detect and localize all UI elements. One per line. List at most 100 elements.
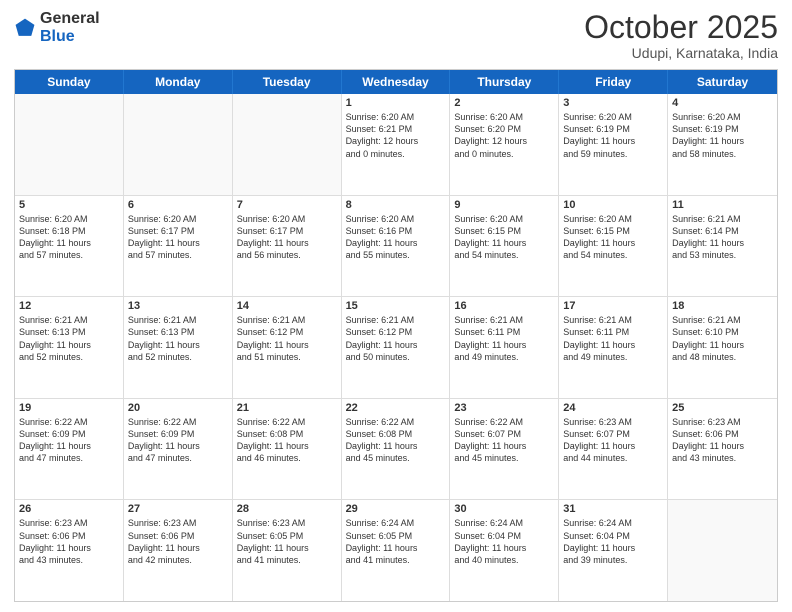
day-number: 22: [346, 402, 446, 414]
day-cell-15: 15Sunrise: 6:21 AM Sunset: 6:12 PM Dayli…: [342, 297, 451, 398]
logo-blue: Blue: [40, 28, 75, 45]
empty-cell: [124, 94, 233, 195]
day-number: 26: [19, 503, 119, 515]
day-number: 11: [672, 199, 773, 211]
empty-cell: [15, 94, 124, 195]
day-details: Sunrise: 6:23 AM Sunset: 6:06 PM Dayligh…: [19, 517, 119, 566]
day-details: Sunrise: 6:20 AM Sunset: 6:15 PM Dayligh…: [563, 213, 663, 262]
day-details: Sunrise: 6:20 AM Sunset: 6:17 PM Dayligh…: [237, 213, 337, 262]
page: General Blue October 2025 Udupi, Karnata…: [0, 0, 792, 612]
day-details: Sunrise: 6:20 AM Sunset: 6:17 PM Dayligh…: [128, 213, 228, 262]
day-number: 15: [346, 300, 446, 312]
day-cell-24: 24 Sunrise: 6:23 AM Sunset: 6:07 PM Dayli…: [559, 399, 668, 500]
day-number: 31: [563, 503, 663, 515]
day-number: 1: [346, 97, 446, 109]
day-cell-4: 4 Sunrise: 6:20 AM Sunset: 6:19 PM Daylig…: [668, 94, 777, 195]
day-details: Sunrise: 6:21 AM Sunset: 6:10 PM Dayligh…: [672, 314, 773, 363]
calendar-row-2: 12 Sunrise: 6:21 AM Sunset: 6:13 PM Dayli…: [15, 297, 777, 399]
day-details: Sunrise: 6:20 AM Sunset: 6:19 PM Dayligh…: [563, 111, 663, 160]
calendar-row-3: 19Sunrise: 6:22 AM Sunset: 6:09 PM Dayli…: [15, 399, 777, 501]
day-details: Sunrise: 6:23 AM Sunset: 6:06 PM Dayligh…: [128, 517, 228, 566]
day-cell-16: 16 Sunrise: 6:21 AM Sunset: 6:11 PM Dayli…: [450, 297, 559, 398]
header-day-tuesday: Tuesday: [233, 70, 342, 94]
day-number: 4: [672, 97, 773, 109]
day-cell-10: 10 Sunrise: 6:20 AM Sunset: 6:15 PM Dayli…: [559, 196, 668, 297]
day-number: 29: [346, 503, 446, 515]
day-number: 6: [128, 199, 228, 211]
day-cell-18: 18Sunrise: 6:21 AM Sunset: 6:10 PM Dayli…: [668, 297, 777, 398]
day-cell-28: 28Sunrise: 6:23 AM Sunset: 6:05 PM Dayli…: [233, 500, 342, 601]
day-details: Sunrise: 6:21 AM Sunset: 6:12 PM Dayligh…: [237, 314, 337, 363]
day-details: Sunrise: 6:24 AM Sunset: 6:04 PM Dayligh…: [454, 517, 554, 566]
day-details: Sunrise: 6:20 AM Sunset: 6:18 PM Dayligh…: [19, 213, 119, 262]
day-cell-25: 25Sunrise: 6:23 AM Sunset: 6:06 PM Dayli…: [668, 399, 777, 500]
day-details: Sunrise: 6:22 AM Sunset: 6:09 PM Dayligh…: [19, 416, 119, 465]
day-cell-5: 5 Sunrise: 6:20 AM Sunset: 6:18 PM Daylig…: [15, 196, 124, 297]
day-details: Sunrise: 6:22 AM Sunset: 6:08 PM Dayligh…: [346, 416, 446, 465]
header-day-thursday: Thursday: [450, 70, 559, 94]
day-number: 25: [672, 402, 773, 414]
day-cell-22: 22 Sunrise: 6:22 AM Sunset: 6:08 PM Dayli…: [342, 399, 451, 500]
day-cell-6: 6 Sunrise: 6:20 AM Sunset: 6:17 PM Daylig…: [124, 196, 233, 297]
day-number: 13: [128, 300, 228, 312]
day-details: Sunrise: 6:22 AM Sunset: 6:07 PM Dayligh…: [454, 416, 554, 465]
day-number: 5: [19, 199, 119, 211]
day-number: 14: [237, 300, 337, 312]
calendar-body: 1Sunrise: 6:20 AM Sunset: 6:21 PM Daylig…: [15, 94, 777, 601]
day-details: Sunrise: 6:20 AM Sunset: 6:19 PM Dayligh…: [672, 111, 773, 160]
day-cell-30: 30 Sunrise: 6:24 AM Sunset: 6:04 PM Dayli…: [450, 500, 559, 601]
title-block: October 2025 Udupi, Karnataka, India: [584, 10, 778, 61]
empty-cell: [668, 500, 777, 601]
day-number: 28: [237, 503, 337, 515]
day-details: Sunrise: 6:21 AM Sunset: 6:14 PM Dayligh…: [672, 213, 773, 262]
day-cell-2: 2 Sunrise: 6:20 AM Sunset: 6:20 PM Daylig…: [450, 94, 559, 195]
day-cell-7: 7Sunrise: 6:20 AM Sunset: 6:17 PM Daylig…: [233, 196, 342, 297]
day-number: 9: [454, 199, 554, 211]
day-number: 24: [563, 402, 663, 414]
day-number: 3: [563, 97, 663, 109]
logo-icon: [14, 17, 36, 39]
day-details: Sunrise: 6:21 AM Sunset: 6:11 PM Dayligh…: [563, 314, 663, 363]
day-number: 30: [454, 503, 554, 515]
day-cell-1: 1Sunrise: 6:20 AM Sunset: 6:21 PM Daylig…: [342, 94, 451, 195]
day-number: 17: [563, 300, 663, 312]
day-details: Sunrise: 6:24 AM Sunset: 6:05 PM Dayligh…: [346, 517, 446, 566]
calendar: SundayMondayTuesdayWednesdayThursdayFrid…: [14, 69, 778, 602]
day-number: 12: [19, 300, 119, 312]
day-details: Sunrise: 6:20 AM Sunset: 6:20 PM Dayligh…: [454, 111, 554, 160]
day-number: 20: [128, 402, 228, 414]
day-details: Sunrise: 6:22 AM Sunset: 6:09 PM Dayligh…: [128, 416, 228, 465]
day-number: 23: [454, 402, 554, 414]
day-number: 2: [454, 97, 554, 109]
logo: General Blue: [14, 10, 100, 45]
day-cell-21: 21Sunrise: 6:22 AM Sunset: 6:08 PM Dayli…: [233, 399, 342, 500]
header-day-wednesday: Wednesday: [342, 70, 451, 94]
header-day-saturday: Saturday: [668, 70, 777, 94]
day-cell-23: 23 Sunrise: 6:22 AM Sunset: 6:07 PM Dayli…: [450, 399, 559, 500]
day-details: Sunrise: 6:22 AM Sunset: 6:08 PM Dayligh…: [237, 416, 337, 465]
day-cell-14: 14 Sunrise: 6:21 AM Sunset: 6:12 PM Dayli…: [233, 297, 342, 398]
calendar-row-4: 26 Sunrise: 6:23 AM Sunset: 6:06 PM Dayli…: [15, 500, 777, 601]
day-cell-12: 12Sunrise: 6:21 AM Sunset: 6:13 PM Dayli…: [15, 297, 124, 398]
day-cell-3: 3 Sunrise: 6:20 AM Sunset: 6:19 PM Daylig…: [559, 94, 668, 195]
day-cell-17: 17 Sunrise: 6:21 AM Sunset: 6:11 PM Dayli…: [559, 297, 668, 398]
day-cell-13: 13 Sunrise: 6:21 AM Sunset: 6:13 PM Dayli…: [124, 297, 233, 398]
day-number: 27: [128, 503, 228, 515]
day-details: Sunrise: 6:24 AM Sunset: 6:04 PM Dayligh…: [563, 517, 663, 566]
day-details: Sunrise: 6:21 AM Sunset: 6:13 PM Dayligh…: [128, 314, 228, 363]
logo-text: General Blue: [40, 10, 100, 45]
day-cell-26: 26 Sunrise: 6:23 AM Sunset: 6:06 PM Dayli…: [15, 500, 124, 601]
header-day-monday: Monday: [124, 70, 233, 94]
logo-general: General: [40, 10, 100, 27]
day-number: 10: [563, 199, 663, 211]
day-cell-9: 9Sunrise: 6:20 AM Sunset: 6:15 PM Daylig…: [450, 196, 559, 297]
calendar-row-0: 1Sunrise: 6:20 AM Sunset: 6:21 PM Daylig…: [15, 94, 777, 196]
day-details: Sunrise: 6:20 AM Sunset: 6:16 PM Dayligh…: [346, 213, 446, 262]
day-details: Sunrise: 6:23 AM Sunset: 6:07 PM Dayligh…: [563, 416, 663, 465]
location: Udupi, Karnataka, India: [584, 45, 778, 61]
day-cell-8: 8Sunrise: 6:20 AM Sunset: 6:16 PM Daylig…: [342, 196, 451, 297]
day-number: 16: [454, 300, 554, 312]
day-cell-11: 11 Sunrise: 6:21 AM Sunset: 6:14 PM Dayli…: [668, 196, 777, 297]
day-details: Sunrise: 6:21 AM Sunset: 6:11 PM Dayligh…: [454, 314, 554, 363]
header-day-friday: Friday: [559, 70, 668, 94]
